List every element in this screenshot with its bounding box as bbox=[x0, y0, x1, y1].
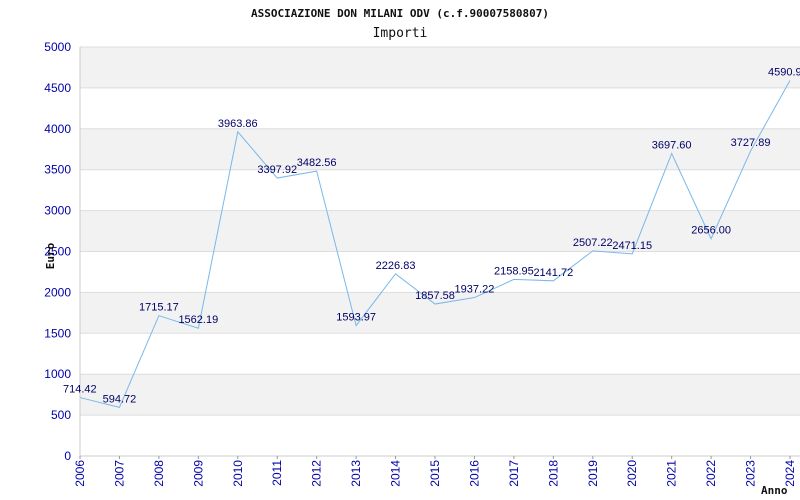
x-tick-labels: 2006 2007 2008 2009 2010 2011 2012 2013 2014 2015… bbox=[73, 456, 797, 487]
data-label: 714.42 bbox=[63, 384, 97, 396]
x-tick-label: 2007 bbox=[112, 460, 126, 487]
data-label: 3727.89 bbox=[731, 137, 771, 149]
data-label: 3397.92 bbox=[257, 164, 297, 176]
data-label: 3482.56 bbox=[297, 157, 337, 169]
data-label: 2158.95 bbox=[494, 265, 534, 277]
grid-band bbox=[80, 251, 800, 293]
y-tick-label: 5000 bbox=[44, 40, 71, 54]
x-tick-label: 2024 bbox=[783, 460, 797, 487]
data-label: 1937.22 bbox=[455, 284, 495, 296]
grid-band bbox=[80, 128, 800, 170]
data-label: 2226.83 bbox=[376, 260, 416, 272]
x-tick-label: 2006 bbox=[73, 460, 87, 487]
x-tick-label: 2023 bbox=[744, 460, 758, 487]
data-label: 2141.72 bbox=[533, 267, 573, 279]
y-tick-label: 3500 bbox=[44, 163, 71, 177]
grid-bands bbox=[80, 46, 800, 456]
x-tick-label: 2016 bbox=[467, 460, 481, 487]
y-tick-label: 3000 bbox=[44, 204, 71, 218]
data-label: 4590.9 bbox=[768, 66, 800, 78]
data-label: 1857.58 bbox=[415, 290, 455, 302]
data-label: 2507.22 bbox=[573, 237, 613, 249]
data-label: 1593.97 bbox=[336, 312, 376, 324]
x-tick-label: 2018 bbox=[546, 460, 560, 487]
x-tick-label: 2009 bbox=[191, 460, 205, 487]
y-tick-label: 2000 bbox=[44, 285, 71, 299]
x-tick-label: 2022 bbox=[704, 460, 718, 487]
x-tick-label: 2020 bbox=[625, 460, 639, 487]
data-label: 3697.60 bbox=[652, 140, 692, 152]
grid-band bbox=[80, 87, 800, 129]
y-tick-label: 4000 bbox=[44, 122, 71, 136]
y-tick-label: 1000 bbox=[44, 367, 71, 381]
x-axis-label: Anno bbox=[761, 484, 788, 497]
x-tick-label: 2013 bbox=[349, 460, 363, 487]
chart-title: ASSOCIAZIONE DON MILANI ODV (c.f.9000758… bbox=[251, 7, 549, 20]
line-chart: 0500100015002000250030003500400045005000… bbox=[44, 7, 800, 497]
x-tick-label: 2011 bbox=[270, 460, 284, 486]
data-label: 1715.17 bbox=[139, 302, 179, 314]
x-tick-label: 2010 bbox=[231, 460, 245, 487]
data-label: 594.72 bbox=[103, 393, 137, 405]
grid-band bbox=[80, 333, 800, 375]
y-tick-label: 500 bbox=[51, 408, 71, 422]
grid-band bbox=[80, 47, 800, 88]
x-tick-label: 2014 bbox=[389, 460, 403, 487]
x-tick-label: 2015 bbox=[428, 460, 442, 487]
x-tick-label: 2021 bbox=[665, 460, 679, 487]
x-tick-label: 2012 bbox=[310, 460, 324, 487]
data-label: 1562.19 bbox=[178, 314, 218, 326]
data-label: 2471.15 bbox=[612, 240, 652, 252]
chart-subtitle: Importi bbox=[373, 26, 428, 41]
y-tick-label: 0 bbox=[64, 449, 71, 463]
y-tick-label: 4500 bbox=[44, 81, 71, 95]
grid-band bbox=[80, 415, 800, 456]
y-axis-label: Euro bbox=[44, 242, 57, 269]
data-label: 2656.00 bbox=[691, 225, 731, 237]
grid-band bbox=[80, 169, 800, 211]
y-tick-label: 1500 bbox=[44, 326, 71, 340]
x-tick-label: 2008 bbox=[152, 460, 166, 487]
grid-band bbox=[80, 374, 800, 416]
data-label: 3963.86 bbox=[218, 118, 258, 130]
x-tick-label: 2017 bbox=[507, 460, 521, 487]
x-tick-label: 2019 bbox=[586, 460, 600, 487]
